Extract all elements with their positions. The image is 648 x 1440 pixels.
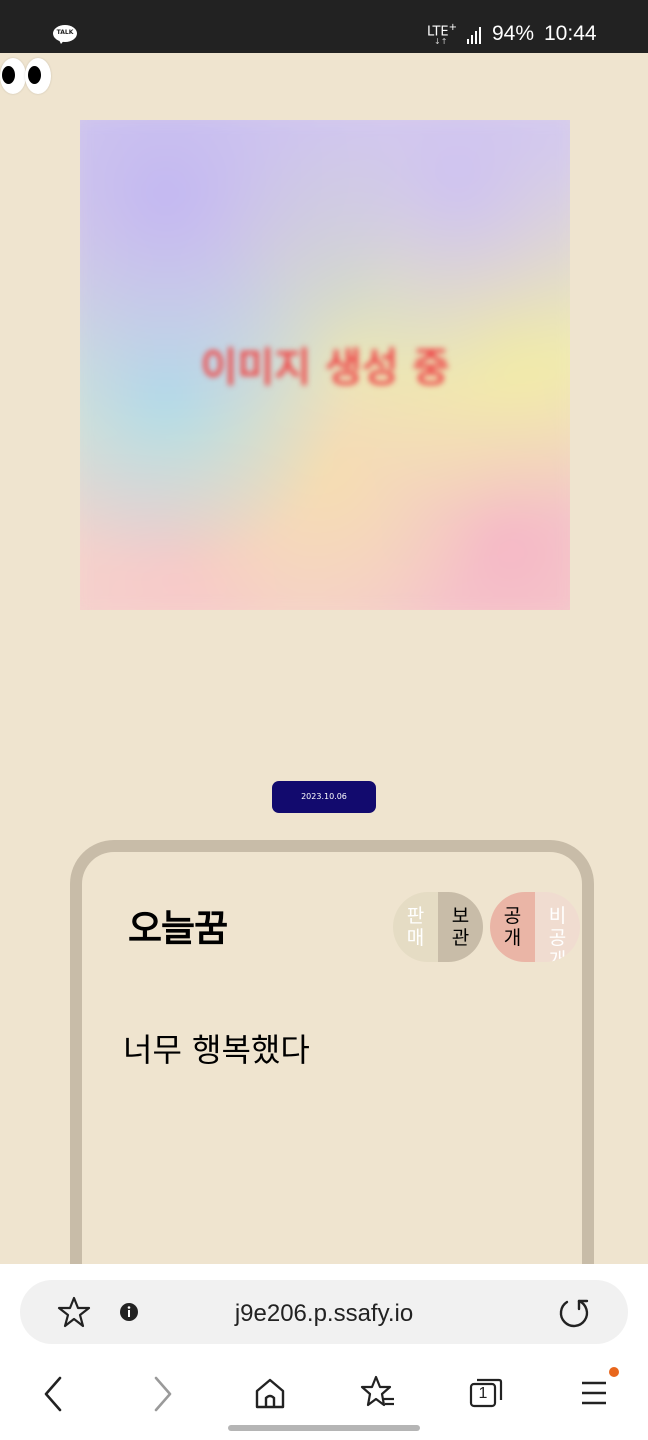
forward-arrow-icon[interactable] [150,1374,176,1414]
home-indicator[interactable] [228,1425,420,1431]
browser-toolbar: j9e206.p.ssafy.io 1 [0,1264,648,1440]
image-generating-label: 이미지 생성 중 [200,345,450,391]
status-bar: TALK LTE+ ↓↑ 94% 10:44 [0,0,648,53]
address-bar[interactable]: j9e206.p.ssafy.io [20,1280,628,1344]
signal-strength-icon [467,26,485,44]
menu-notification-dot [609,1367,619,1377]
keep-option[interactable]: 보관 [438,892,483,962]
bookmarks-icon[interactable] [359,1375,397,1411]
dream-image: 이미지 생성 중 [80,120,570,610]
sale-option[interactable]: 판매 [393,892,438,962]
public-option[interactable]: 공개 [490,892,535,962]
private-option[interactable]: 비공개 [535,892,580,962]
network-plus: + [448,22,457,33]
status-time: 10:44 [544,22,597,45]
kakaotalk-notification-icon: TALK [53,25,77,44]
talk-icon-text: TALK [56,29,74,36]
data-arrows-icon: ↓↑ [434,37,448,46]
tab-count: 1 [478,1385,488,1402]
tabs-icon[interactable]: 1 [468,1377,504,1409]
reload-icon[interactable] [557,1296,591,1330]
sale-toggle[interactable]: 판매 보관 [393,892,483,962]
url-text[interactable]: j9e206.p.ssafy.io [20,1300,628,1328]
private-option-label: 비공개 [548,905,567,962]
dream-content: 너무 행복했다 [123,1031,310,1069]
home-icon[interactable] [253,1376,287,1410]
battery-percent: 94% [492,22,535,45]
eyes-icon [0,58,52,96]
keep-option-label: 보관 [451,905,470,949]
network-indicator: LTE+ ↓↑ [427,22,457,46]
back-arrow-icon[interactable] [40,1374,66,1414]
public-option-label: 공개 [503,905,522,949]
visibility-toggle[interactable]: 공개 비공개 [490,892,580,962]
sale-option-label: 판매 [406,905,425,949]
dream-title: 오늘꿈 [128,907,228,950]
dream-date-badge: 2023.10.06 [272,781,376,813]
menu-icon[interactable] [580,1379,608,1407]
